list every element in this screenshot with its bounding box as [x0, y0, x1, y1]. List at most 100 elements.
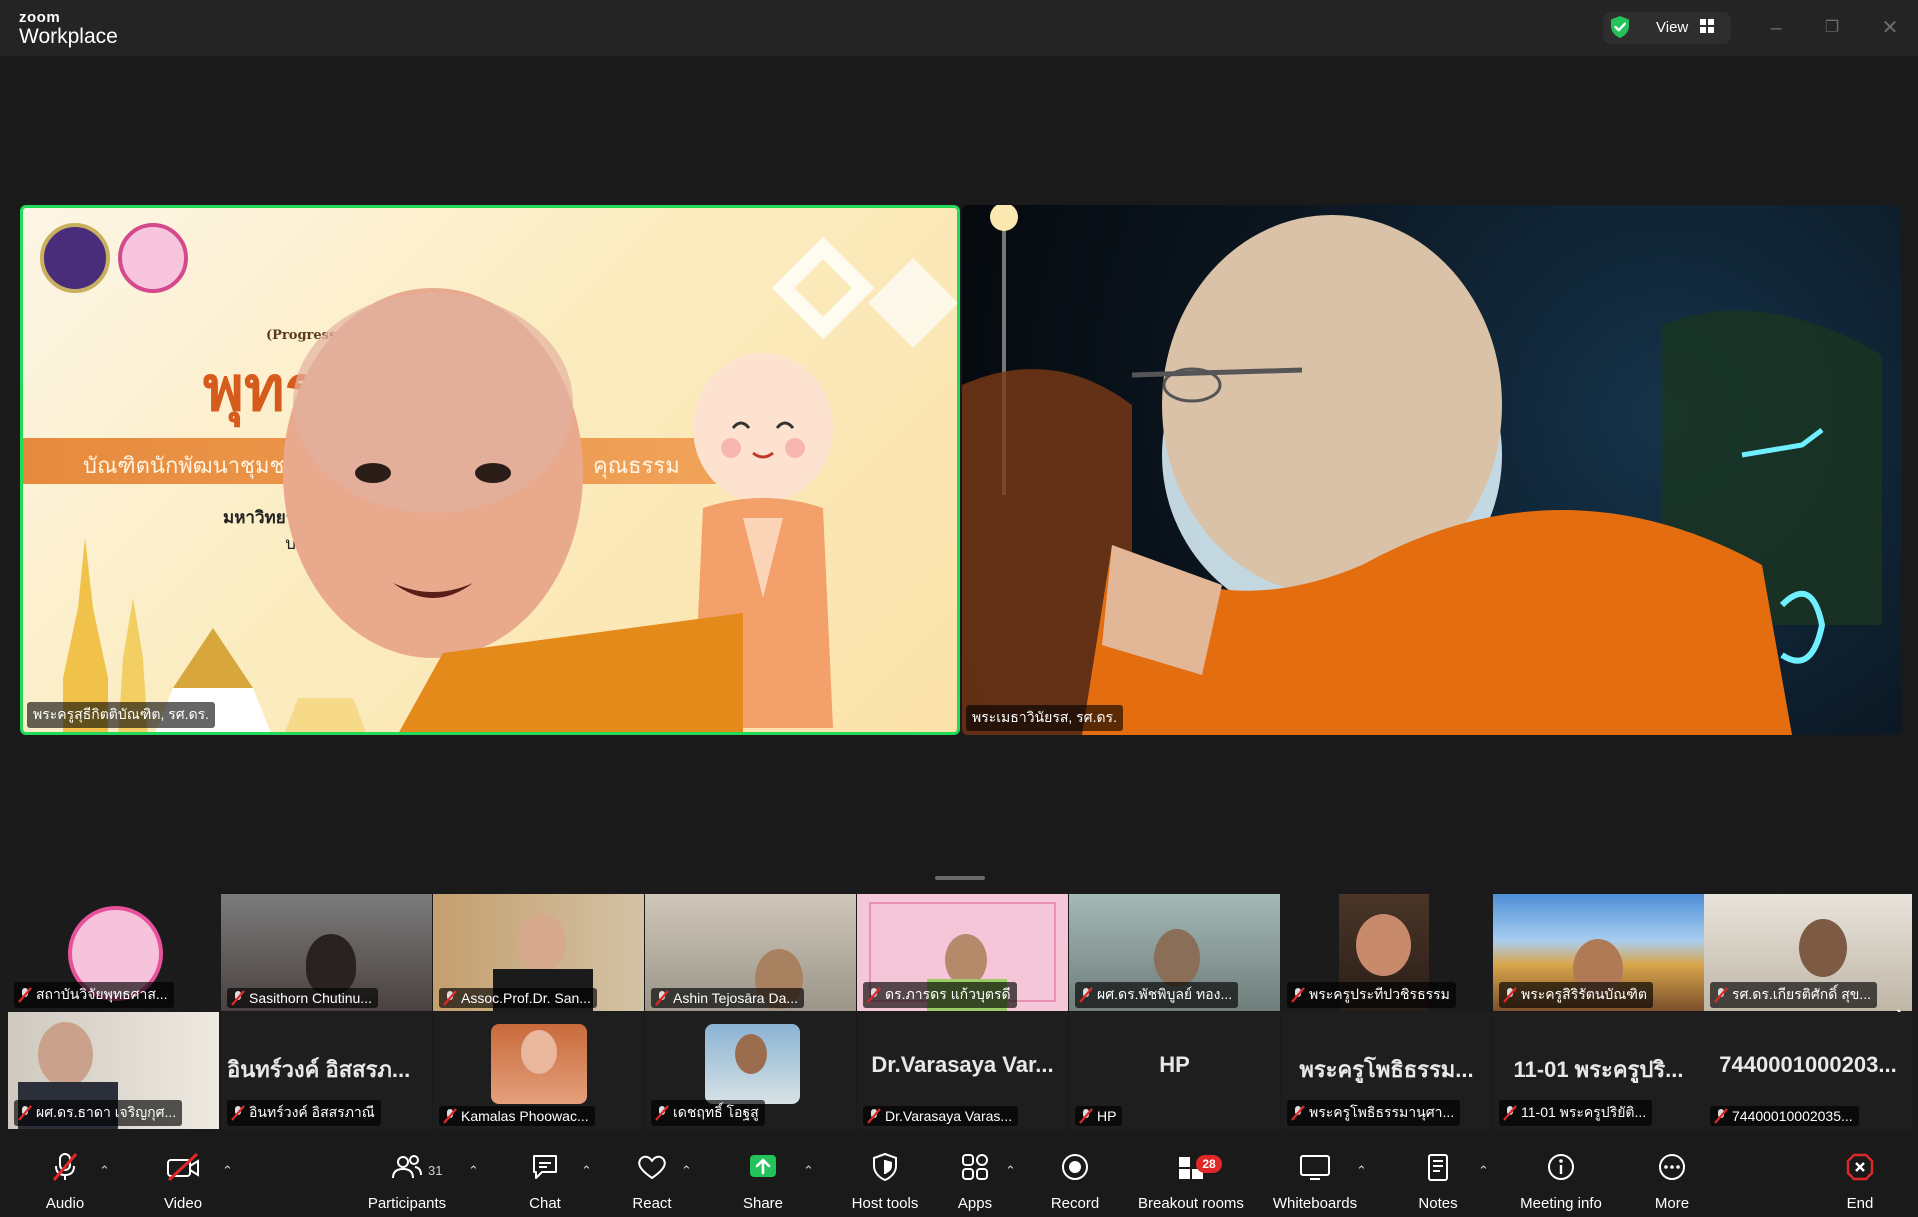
react-label[interactable]: React	[621, 1195, 683, 1212]
brand-workplace: Workplace	[19, 25, 118, 48]
zoom-workplace-logo: zoom Workplace	[19, 10, 118, 49]
mic-muted-icon	[1291, 1105, 1305, 1121]
grid-view-icon[interactable]	[1700, 19, 1714, 33]
thumbnail-tile[interactable]: HP HP	[1069, 1012, 1280, 1129]
end-label[interactable]: End	[1829, 1195, 1891, 1212]
more-label[interactable]: More	[1641, 1195, 1703, 1212]
thumbnail-label: Ashin Tejosāra Da...	[651, 988, 805, 1008]
mic-muted-icon	[867, 1108, 881, 1124]
thumbnail-tile[interactable]: เดชฤทธิ์ โอฐสู	[645, 1012, 856, 1129]
encryption-shield-icon[interactable]	[1609, 15, 1631, 39]
audio-options-caret-icon[interactable]: ⌃	[99, 1163, 110, 1179]
video-off-icon	[167, 1152, 199, 1182]
thumbnail-label: Sasithorn Chutinu...	[227, 988, 378, 1008]
mic-muted-icon	[867, 987, 881, 1003]
info-icon	[1548, 1154, 1574, 1180]
whiteboards-label[interactable]: Whiteboards	[1260, 1195, 1370, 1212]
thumbnail-tile[interactable]: รศ.ดร.เกียรติศักดิ์ สุข...	[1704, 894, 1912, 1011]
thumbnail-tile[interactable]: ผศ.ดร.พัชพิบูลย์ ทอง...	[1069, 894, 1280, 1011]
share-label[interactable]: Share	[732, 1195, 794, 1212]
minimize-icon[interactable]: –	[1762, 14, 1790, 42]
participant-display-name: HP	[1159, 1052, 1190, 1077]
thumbnail-label: Dr.Varasaya Varas...	[863, 1106, 1019, 1126]
view-label[interactable]: View	[1656, 19, 1688, 36]
thumbnail-tile[interactable]: 7440001000203... 74400010002035...	[1704, 1012, 1912, 1129]
chat-options-caret-icon[interactable]: ⌃	[581, 1163, 592, 1179]
thumbnail-name: 74400010002035...	[1732, 1108, 1853, 1124]
share-screen-icon	[750, 1155, 776, 1177]
close-icon[interactable]: ✕	[1876, 14, 1904, 42]
heart-icon	[638, 1155, 666, 1179]
mic-muted-icon	[1291, 987, 1305, 1003]
breakout-rooms-label[interactable]: Breakout rooms	[1126, 1195, 1256, 1212]
thumbnail-tile[interactable]: Sasithorn Chutinu...	[221, 894, 432, 1011]
mic-muted-icon	[18, 1105, 32, 1121]
thumbnail-tile[interactable]: Kamalas Phoowac...	[433, 1012, 644, 1129]
thumbnail-tile[interactable]: Dr.Varasaya Var... Dr.Varasaya Varas...	[857, 1012, 1068, 1129]
video-options-caret-icon[interactable]: ⌃	[222, 1163, 233, 1179]
participant-display-name: 11-01 พระครูปริ...	[1513, 1057, 1684, 1082]
thumbnail-label: 11-01 พระครูปริยัติ...	[1499, 1100, 1653, 1126]
thumbnail-tile[interactable]: สถาบันวิจัยพุทธศาส...	[8, 894, 219, 1011]
video-label[interactable]: Video	[152, 1195, 214, 1212]
thumbnail-label: ผศ.ดร.พัชพิบูลย์ ทอง...	[1075, 982, 1239, 1008]
mic-muted-icon	[443, 990, 457, 1006]
video-tile[interactable]: พระเมธาวินัยรส, รศ.ดร.	[962, 205, 1902, 735]
thumbnail-name: Kamalas Phoowac...	[461, 1108, 589, 1124]
notes-options-caret-icon[interactable]: ⌃	[1478, 1163, 1489, 1179]
mic-muted-icon	[655, 1105, 669, 1121]
thumbnail-name: เดชฤทธิ์ โอฐสู	[673, 1104, 759, 1120]
thumbnail-tile[interactable]: Assoc.Prof.Dr. San...	[433, 894, 644, 1011]
thumbnail-name: รศ.ดร.เกียรติศักดิ์ สุข...	[1732, 986, 1872, 1002]
thumbnail-tile[interactable]: อินทร์วงค์ อิสสรภ... อินทร์วงค์ อิสสรภาณ…	[221, 1012, 432, 1129]
thumbnail-label: พระครูโพธิธรรมานุศา...	[1287, 1100, 1461, 1126]
apps-label[interactable]: Apps	[944, 1195, 1006, 1212]
participant-video	[1154, 929, 1200, 987]
mic-muted-icon	[443, 1108, 457, 1124]
meeting-info-label[interactable]: Meeting info	[1506, 1195, 1616, 1212]
whiteboards-options-caret-icon[interactable]: ⌃	[1356, 1163, 1367, 1179]
thumbnail-tile[interactable]: ดร.ภารดร แก้วบุตรดี	[857, 894, 1068, 1011]
share-options-caret-icon[interactable]: ⌃	[803, 1163, 814, 1179]
thumbnail-label: รศ.ดร.เกียรติศักดิ์ สุข...	[1710, 982, 1878, 1008]
participant-video	[306, 934, 356, 994]
thumbnail-name: ดร.ภารดร แก้วบุตรดี	[885, 986, 1011, 1002]
thumbnail-tile[interactable]: Ashin Tejosāra Da...	[645, 894, 856, 1011]
mic-muted-icon	[231, 1105, 245, 1121]
participants-options-caret-icon[interactable]: ⌃	[468, 1163, 479, 1179]
apps-options-caret-icon[interactable]: ⌃	[1005, 1163, 1016, 1179]
title-bar: zoom Workplace View – ❐ ✕	[0, 0, 1918, 56]
mic-muted-icon	[1079, 1108, 1093, 1124]
record-icon	[1062, 1154, 1088, 1180]
thumbnail-name: อินทร์วงค์ อิสสรภาณี	[249, 1104, 375, 1120]
participant-display-name: Dr.Varasaya Var...	[871, 1052, 1054, 1077]
thumbnail-tile[interactable]: 11-01 พระครูปริ... 11-01 พระครูปริยัติ..…	[1493, 1012, 1704, 1129]
mic-muted-icon	[655, 990, 669, 1006]
participant-video	[38, 1022, 93, 1087]
participants-label[interactable]: Participants	[352, 1195, 462, 1212]
brand-zoom: zoom	[19, 9, 61, 26]
thumbnail-name: สถาบันวิจัยพุทธศาส...	[36, 986, 168, 1002]
institute-logo-icon	[118, 223, 188, 293]
thumbnail-tile[interactable]: พระครูโพธิธรรม... พระครูโพธิธรรมานุศา...	[1281, 1012, 1492, 1129]
thumbnail-tile[interactable]: พระครูสิริรัตนบัณฑิต	[1493, 894, 1704, 1011]
thumbnail-name: Assoc.Prof.Dr. San...	[461, 990, 591, 1006]
host-tools-label[interactable]: Host tools	[830, 1195, 940, 1212]
audio-label[interactable]: Audio	[34, 1195, 96, 1212]
notes-label[interactable]: Notes	[1407, 1195, 1469, 1212]
video-tile-active-speaker[interactable]: (Progress Rep พุทร บัณฑิตนักพัฒนาชุมชนเช…	[20, 205, 960, 735]
react-options-caret-icon[interactable]: ⌃	[681, 1163, 692, 1179]
participant-display-name: 7440001000203...	[1719, 1052, 1897, 1077]
thumbnail-tile[interactable]: ผศ.ดร.ธาดา เจริญกุศ...	[8, 1012, 219, 1129]
record-label[interactable]: Record	[1044, 1195, 1106, 1212]
participant-name-tag: พระเมธาวินัยรส, รศ.ดร.	[966, 705, 1123, 731]
participants-count: 31	[428, 1163, 443, 1178]
gallery-resize-handle[interactable]	[935, 876, 985, 880]
chat-label[interactable]: Chat	[514, 1195, 576, 1212]
notes-icon	[1428, 1154, 1448, 1181]
thumbnail-tile[interactable]: พระครูประทีปวชิรธรรม	[1281, 894, 1492, 1011]
restore-icon[interactable]: ❐	[1818, 14, 1846, 42]
thumbnail-label: เดชฤทธิ์ โอฐสู	[651, 1100, 765, 1126]
thumbnail-name: พระครูโพธิธรรมานุศา...	[1309, 1104, 1455, 1120]
thumbnail-label: อินทร์วงค์ อิสสรภาณี	[227, 1100, 381, 1126]
